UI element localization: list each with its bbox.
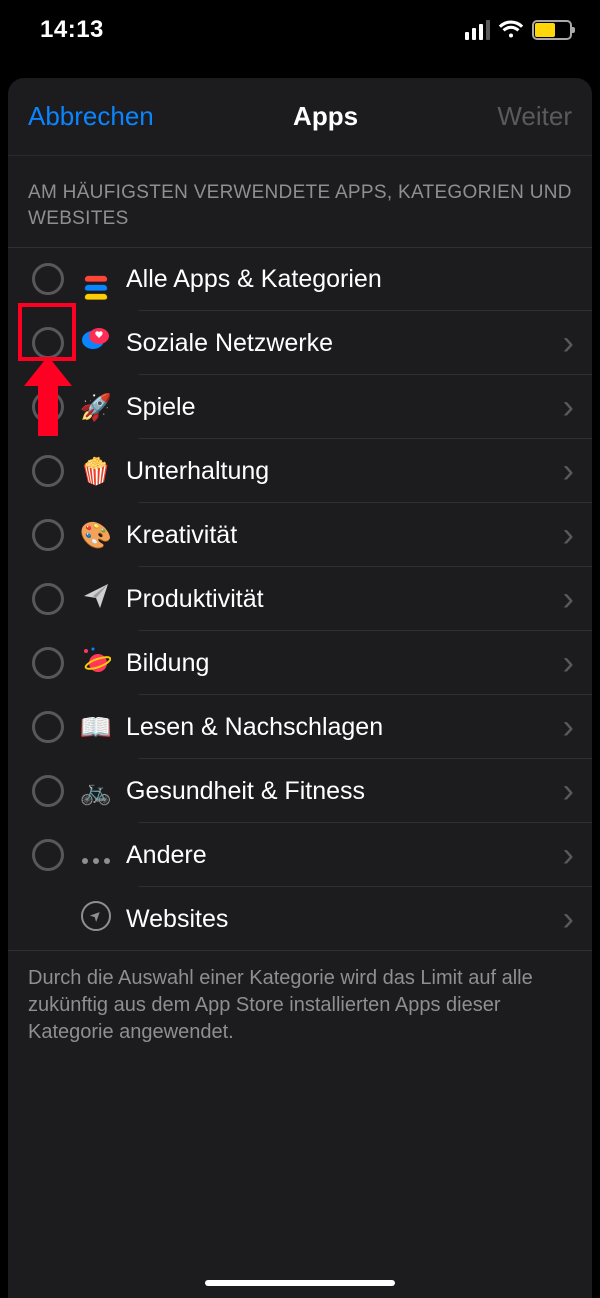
radio-other[interactable] (32, 839, 64, 871)
label-productivity: Produktivität (118, 585, 555, 614)
paperplane-icon (74, 582, 118, 617)
row-health[interactable]: 🚲 Gesundheit & Fitness › (8, 759, 592, 823)
radio-education[interactable] (32, 647, 64, 679)
radio-productivity[interactable] (32, 583, 64, 615)
wifi-icon (498, 20, 524, 40)
label-websites: Websites (118, 905, 555, 934)
rocket-icon: 🚀 (74, 392, 118, 423)
radio-health[interactable] (32, 775, 64, 807)
cellular-icon (465, 20, 490, 40)
status-indicators (465, 20, 572, 40)
radio-games[interactable] (32, 391, 64, 423)
chevron-right-icon: › (555, 324, 592, 363)
row-all-apps[interactable]: Alle Apps & Kategorien (8, 247, 592, 311)
popcorn-icon: 🍿 (74, 456, 118, 487)
label-social: Soziale Netzwerke (118, 329, 555, 358)
palette-icon: 🎨 (74, 520, 118, 551)
speech-heart-icon (74, 326, 118, 361)
modal-sheet: Abbrechen Apps Weiter AM HÄUFIGSTEN VERW… (8, 78, 592, 1298)
radio-creativity[interactable] (32, 519, 64, 551)
cancel-button[interactable]: Abbrechen (28, 101, 154, 132)
radio-reading[interactable] (32, 711, 64, 743)
row-other[interactable]: Andere › (8, 823, 592, 887)
ellipsis-icon (74, 840, 118, 871)
chevron-right-icon: › (555, 516, 592, 555)
row-creativity[interactable]: 🎨 Kreativität › (8, 503, 592, 567)
screen: 14:13 Abbrechen Apps Weiter AM HÄUFIGSTE… (0, 0, 600, 1298)
compass-icon (74, 901, 118, 938)
chevron-right-icon: › (555, 772, 592, 811)
row-reading[interactable]: 📖 Lesen & Nachschlagen › (8, 695, 592, 759)
category-list: Alle Apps & Kategorien Soziale Netzwerke… (8, 247, 592, 951)
nav-bar: Abbrechen Apps Weiter (8, 78, 592, 156)
label-reading: Lesen & Nachschlagen (118, 713, 555, 742)
label-health: Gesundheit & Fitness (118, 777, 555, 806)
row-social[interactable]: Soziale Netzwerke › (8, 311, 592, 375)
planet-icon (74, 646, 118, 681)
next-button[interactable]: Weiter (497, 101, 572, 132)
row-entertainment[interactable]: 🍿 Unterhaltung › (8, 439, 592, 503)
radio-entertainment[interactable] (32, 455, 64, 487)
label-other: Andere (118, 841, 555, 870)
book-icon: 📖 (74, 712, 118, 743)
chevron-right-icon: › (555, 644, 592, 683)
battery-icon (532, 20, 572, 40)
label-all-apps: Alle Apps & Kategorien (118, 265, 592, 294)
footer-text: Durch die Auswahl einer Kategorie wird d… (8, 951, 592, 1046)
row-education[interactable]: Bildung › (8, 631, 592, 695)
label-games: Spiele (118, 393, 555, 422)
home-indicator[interactable] (205, 1280, 395, 1286)
row-productivity[interactable]: Produktivität › (8, 567, 592, 631)
chevron-right-icon: › (555, 388, 592, 427)
label-entertainment: Unterhaltung (118, 457, 555, 486)
status-bar: 14:13 (0, 0, 600, 60)
chevron-right-icon: › (555, 708, 592, 747)
bicycle-icon: 🚲 (74, 776, 118, 807)
stack-icon (74, 258, 118, 300)
label-creativity: Kreativität (118, 521, 555, 550)
label-education: Bildung (118, 649, 555, 678)
status-time: 14:13 (40, 16, 104, 44)
radio-social[interactable] (32, 327, 64, 359)
row-games[interactable]: 🚀 Spiele › (8, 375, 592, 439)
chevron-right-icon: › (555, 580, 592, 619)
page-title: Apps (293, 101, 358, 132)
chevron-right-icon: › (555, 452, 592, 491)
chevron-right-icon: › (555, 900, 592, 939)
radio-all-apps[interactable] (32, 263, 64, 295)
section-header: AM HÄUFIGSTEN VERWENDETE APPS, KATEGORIE… (8, 156, 592, 247)
row-websites[interactable]: Websites › (8, 887, 592, 951)
chevron-right-icon: › (555, 836, 592, 875)
